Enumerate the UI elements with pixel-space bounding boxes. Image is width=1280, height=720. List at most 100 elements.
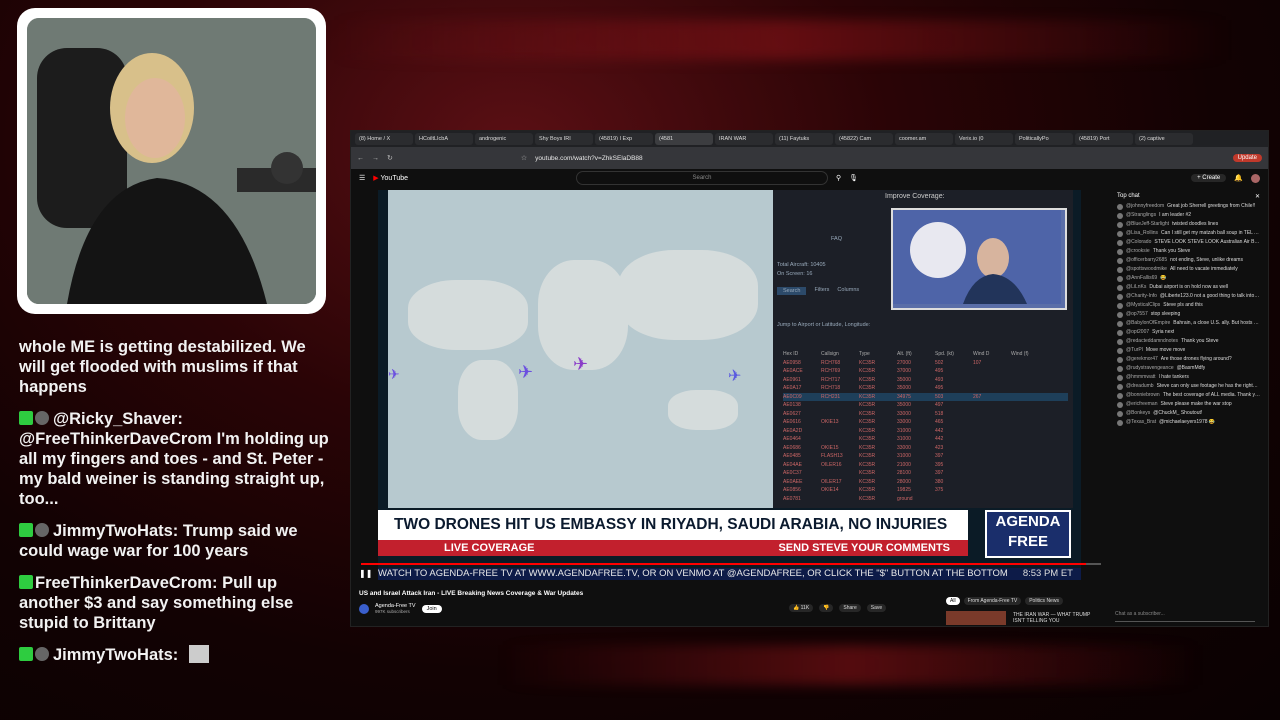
browser-tab[interactable]: Shy Boys IRI — [535, 133, 593, 145]
avatar[interactable] — [1117, 249, 1123, 255]
chat-user[interactable]: @MysticalClips — [1126, 302, 1160, 309]
chat-user[interactable]: @Bonkeys — [1126, 410, 1150, 417]
top-chat-dropdown[interactable]: Top chat — [1117, 193, 1140, 199]
avatar[interactable] — [1117, 321, 1123, 327]
tab-columns[interactable]: Columns — [837, 287, 859, 295]
browser-tab[interactable]: (4581 — [655, 133, 713, 145]
avatar[interactable] — [1117, 222, 1123, 228]
column-header[interactable]: Spd. (kt) — [935, 350, 967, 359]
chip-politics[interactable]: Politics News — [1025, 597, 1063, 605]
browser-tab[interactable]: (2) captive — [1135, 133, 1193, 145]
avatar[interactable] — [1117, 267, 1123, 273]
browser-tab[interactable]: (45822) Cam — [835, 133, 893, 145]
column-header[interactable]: Callsign — [821, 350, 853, 359]
youtube-logo[interactable]: ▶ YouTube — [373, 174, 408, 182]
chip-all[interactable]: All — [946, 597, 960, 605]
chat-user[interactable]: @op7557 — [1126, 311, 1148, 318]
tab-filters[interactable]: Filters — [814, 287, 829, 295]
save-button[interactable]: Save — [866, 604, 887, 612]
aircraft-cluster-icon[interactable]: ✈ — [573, 354, 588, 375]
browser-tab[interactable]: (8) Home / X — [355, 133, 413, 145]
avatar[interactable] — [1117, 303, 1123, 309]
avatar[interactable] — [1117, 411, 1123, 417]
column-header[interactable]: Alt. (ft) — [897, 350, 929, 359]
table-row[interactable]: AE04AE OILER16 KC35R 21000 395 — [783, 461, 1068, 470]
chat-user[interactable]: @hmmmwatt — [1126, 374, 1156, 381]
avatar[interactable] — [1117, 375, 1123, 381]
avatar[interactable] — [1117, 402, 1123, 408]
chat-user[interactable]: @bonniebrown — [1126, 392, 1160, 399]
table-row[interactable]: AE0464 KC35R 31000 442 — [783, 435, 1068, 444]
chat-user[interactable]: @spottswoodmike — [1126, 266, 1167, 273]
table-row[interactable]: AE0686 OKIE15 KC35R 33000 423 — [783, 444, 1068, 453]
chat-user[interactable]: @LiLnKs — [1126, 284, 1146, 291]
like-button[interactable]: 👍 11K — [789, 604, 814, 612]
chat-user[interactable]: @rudystravengeance — [1126, 365, 1174, 372]
chat-user[interactable]: @Stranglings — [1126, 212, 1156, 219]
browser-tab[interactable]: (45819) Port — [1075, 133, 1133, 145]
avatar[interactable] — [1117, 258, 1123, 264]
table-row[interactable]: AE0ACE RCH769 KC35R 37000 495 — [783, 367, 1068, 376]
column-header[interactable]: Wind D — [973, 350, 1005, 359]
avatar[interactable] — [1117, 312, 1123, 318]
avatar[interactable] — [1117, 276, 1123, 282]
bookmark-icon[interactable]: ☆ — [521, 154, 527, 162]
chat-user[interactable]: @BabylonOfEmpire — [1126, 320, 1170, 327]
join-button[interactable]: Join — [421, 605, 442, 613]
channel-avatar[interactable] — [359, 604, 369, 614]
column-header[interactable]: Type — [859, 350, 891, 359]
flight-map[interactable]: ✈ ✈ ✈ ✈ — [388, 190, 773, 508]
search-icon[interactable]: ⚲ — [836, 174, 841, 182]
chat-user[interactable]: @BlueJeff-Starlight — [1126, 221, 1169, 228]
avatar[interactable] — [1251, 173, 1260, 183]
search-input[interactable]: Search — [576, 171, 829, 185]
browser-tab[interactable]: Verix.io (0 — [955, 133, 1013, 145]
share-button[interactable]: Share — [839, 604, 861, 612]
video-player[interactable]: ✈ ✈ ✈ ✈ Improve Coverage: FAQ Total Airc… — [378, 190, 1081, 580]
avatar[interactable] — [1117, 231, 1123, 237]
avatar[interactable] — [1117, 294, 1123, 300]
avatar[interactable] — [1117, 384, 1123, 390]
avatar[interactable] — [1117, 330, 1123, 336]
table-row[interactable]: AE0C37 KC35R 28100 397 — [783, 469, 1068, 478]
table-row[interactable]: AE0A17 RCH718 KC35R 35000 495 — [783, 384, 1068, 393]
browser-tab[interactable]: androgenic — [475, 133, 533, 145]
close-icon[interactable]: ✕ — [1255, 193, 1260, 200]
avatar[interactable] — [1117, 366, 1123, 372]
forward-icon[interactable]: → — [372, 155, 379, 162]
reload-icon[interactable]: ↻ — [387, 154, 393, 162]
chat-user[interactable]: @ericfreeman — [1126, 401, 1157, 408]
back-icon[interactable]: ← — [357, 155, 364, 162]
browser-tab[interactable]: (45819) I Exp — [595, 133, 653, 145]
pause-icon[interactable]: ❚❚ — [359, 569, 372, 578]
tab-search[interactable]: Search — [777, 287, 807, 295]
chat-user[interactable]: @TurPl — [1126, 347, 1143, 354]
faq-link[interactable]: FAQ — [831, 236, 842, 242]
table-row[interactable]: AE0AEE OILER17 KC35R 28000 380 — [783, 478, 1068, 487]
chat-user[interactable]: @Lisa_Rollins — [1126, 230, 1158, 237]
table-row[interactable]: AE0856 OKIE14 KC35R 19825 375 — [783, 486, 1068, 495]
aircraft-cluster-icon[interactable]: ✈ — [518, 362, 533, 383]
chat-user[interactable]: @johnnyfreedom — [1126, 203, 1164, 210]
column-header[interactable]: Wind (f) — [1011, 350, 1043, 359]
avatar[interactable] — [1117, 393, 1123, 399]
aircraft-cluster-icon[interactable]: ✈ — [388, 366, 400, 383]
chat-user[interactable]: @gerekmor47 — [1126, 356, 1158, 363]
chat-user[interactable]: @dreadumb — [1126, 383, 1154, 390]
url-field[interactable]: youtube.com/watch?v=ZhkSElaDB88 — [535, 155, 643, 162]
video-progress-bar[interactable] — [361, 563, 1101, 565]
chat-user[interactable]: @Texas_Brat — [1126, 419, 1156, 426]
chat-user[interactable]: @Colorado — [1126, 239, 1151, 246]
avatar[interactable] — [1117, 213, 1123, 219]
table-row[interactable]: AE0961 RCH717 KC35R 35000 493 — [783, 376, 1068, 385]
notifications-icon[interactable]: 🔔 — [1234, 174, 1243, 182]
menu-icon[interactable]: ☰ — [359, 174, 365, 182]
avatar[interactable] — [1117, 240, 1123, 246]
browser-tab[interactable]: HCoiltLIcbA — [415, 133, 473, 145]
avatar[interactable] — [1117, 204, 1123, 210]
table-row[interactable]: AE0627 KC35R 33000 518 — [783, 410, 1068, 419]
chat-user[interactable]: @Charity-Info — [1126, 293, 1157, 300]
chat-user[interactable]: @officerbarry2685 — [1126, 257, 1167, 264]
avatar[interactable] — [1117, 339, 1123, 345]
browser-tab[interactable]: IRAN WAR — [715, 133, 773, 145]
